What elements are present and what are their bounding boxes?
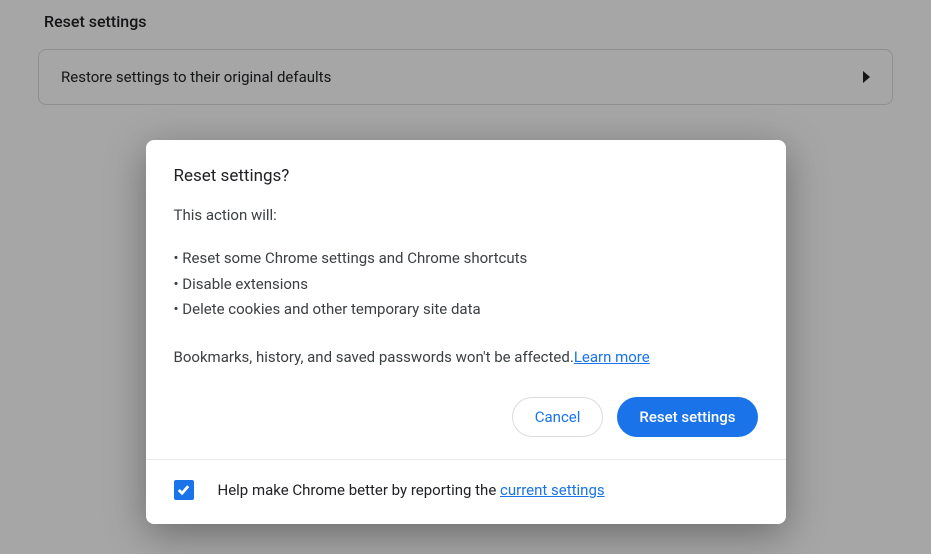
reset-settings-button[interactable]: Reset settings <box>617 397 757 437</box>
dialog-bullet-list: • Reset some Chrome settings and Chrome … <box>174 246 758 323</box>
dialog-bullet-text: Delete cookies and other temporary site … <box>182 300 480 318</box>
dialog-body: Reset settings? This action will: • Rese… <box>146 140 786 459</box>
dialog-bullet-text: Reset some Chrome settings and Chrome sh… <box>182 249 527 267</box>
cancel-button[interactable]: Cancel <box>512 397 604 437</box>
dialog-footnote: Bookmarks, history, and saved passwords … <box>174 345 758 369</box>
learn-more-link[interactable]: Learn more <box>574 348 650 366</box>
dialog-bullet-text: Disable extensions <box>182 275 308 293</box>
footer-label-text: Help make Chrome better by reporting the <box>218 481 501 499</box>
checkmark-icon <box>176 482 191 497</box>
reset-settings-dialog: Reset settings? This action will: • Rese… <box>146 140 786 524</box>
dialog-footer: Help make Chrome better by reporting the… <box>146 459 786 524</box>
dialog-title: Reset settings? <box>174 166 758 186</box>
dialog-footnote-text: Bookmarks, history, and saved passwords … <box>174 348 574 366</box>
dialog-intro: This action will: <box>174 206 758 224</box>
dialog-bullet: • Disable extensions <box>174 272 758 298</box>
dialog-bullet: • Reset some Chrome settings and Chrome … <box>174 246 758 272</box>
dialog-bullet: • Delete cookies and other temporary sit… <box>174 297 758 323</box>
dialog-actions: Cancel Reset settings <box>174 397 758 437</box>
modal-scrim: Reset settings? This action will: • Rese… <box>0 0 931 554</box>
footer-label: Help make Chrome better by reporting the… <box>218 481 605 499</box>
report-settings-checkbox[interactable] <box>174 480 194 500</box>
current-settings-link[interactable]: current settings <box>500 481 605 499</box>
